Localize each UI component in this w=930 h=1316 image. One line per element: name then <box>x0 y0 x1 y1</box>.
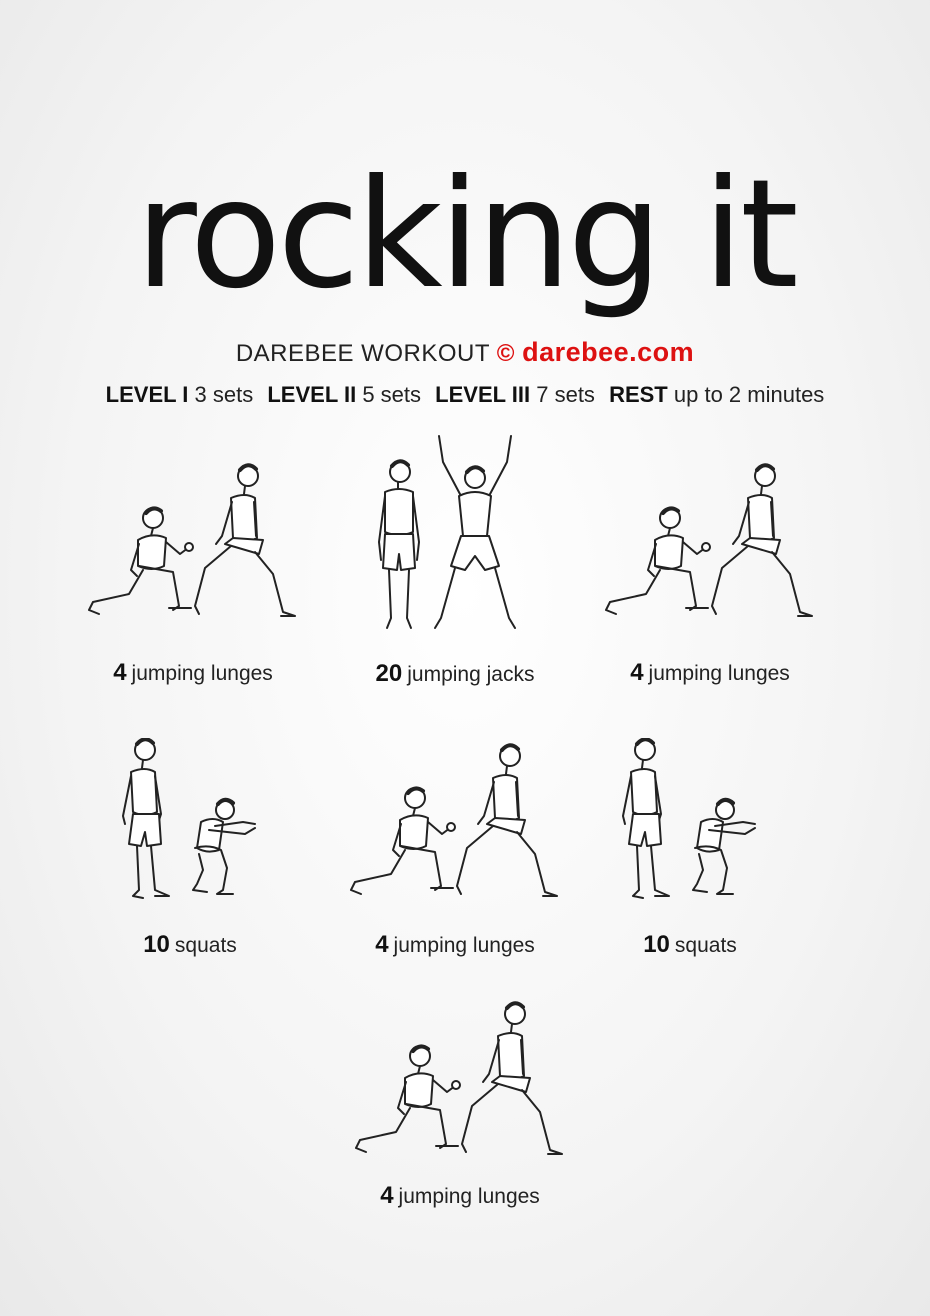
exercise-name: jumping lunges <box>131 662 273 685</box>
rest-name: REST <box>609 382 668 407</box>
exercise-name: jumping jacks <box>407 663 535 686</box>
brand-line: DAREBEE WORKOUT © darebee.com <box>0 336 930 370</box>
level-2-name: LEVEL II <box>267 382 357 407</box>
exercise-card: 10 squats <box>565 738 815 960</box>
exercise-count: 4 <box>380 1182 394 1209</box>
exercise-count: 4 <box>113 659 127 686</box>
brand-site-link[interactable]: darebee.com <box>522 337 694 367</box>
exercise-label: 4 jumping lunges <box>68 659 318 688</box>
squats-illustration <box>621 738 757 900</box>
exercise-count: 10 <box>643 931 670 958</box>
exercise-label: 4 jumping lunges <box>330 931 580 960</box>
exercise-count: 20 <box>375 660 403 687</box>
rest-value: up to 2 minutes <box>673 382 825 407</box>
exercise-label: 4 jumping lunges <box>335 1182 585 1211</box>
jumping-lunges-illustration <box>354 1001 564 1156</box>
level-3-name: LEVEL III <box>435 382 531 407</box>
level-1-name: LEVEL I <box>105 382 189 407</box>
exercise-card: 4 jumping lunges <box>585 458 835 688</box>
exercise-name: jumping lunges <box>648 662 790 685</box>
exercise-card: 4 jumping lunges <box>330 738 580 960</box>
exercise-card: 20 jumping jacks <box>330 430 580 689</box>
exercise-name: squats <box>674 934 737 957</box>
jumping-lunges-illustration <box>604 463 814 618</box>
level-2-value: 5 sets <box>362 382 422 407</box>
exercise-count: 4 <box>375 931 389 958</box>
level-1-value: 3 sets <box>194 382 254 407</box>
exercise-name: jumping lunges <box>398 1185 540 1208</box>
exercise-label: 10 squats <box>565 931 815 960</box>
levels-line: LEVEL I 3 sets LEVEL II 5 sets LEVEL III… <box>0 380 930 410</box>
exercise-label: 10 squats <box>65 931 315 960</box>
jumping-lunges-illustration <box>349 743 559 898</box>
jumping-lunges-illustration <box>87 463 297 618</box>
exercise-count: 10 <box>143 931 170 958</box>
exercise-label: 4 jumping lunges <box>585 659 835 688</box>
exercise-label: 20 jumping jacks <box>330 660 580 689</box>
exercise-card: 4 jumping lunges <box>68 458 318 688</box>
exercise-card: 10 squats <box>65 738 315 960</box>
brand-prefix: DAREBEE WORKOUT <box>235 340 490 367</box>
exercise-name: jumping lunges <box>393 934 535 957</box>
page-title: rocking it <box>135 148 799 322</box>
squats-illustration <box>121 738 257 900</box>
exercise-name: squats <box>174 934 237 957</box>
copyright-icon: © <box>496 340 515 367</box>
jumping-jacks-illustration <box>377 434 517 630</box>
exercise-card: 4 jumping lunges <box>335 996 585 1211</box>
level-3-value: 7 sets <box>536 382 595 407</box>
exercise-count: 4 <box>630 659 644 686</box>
